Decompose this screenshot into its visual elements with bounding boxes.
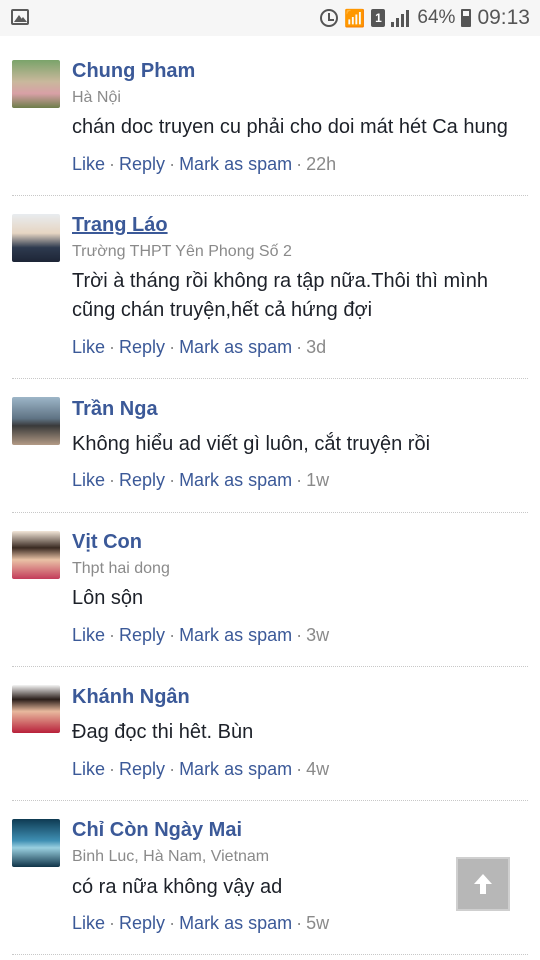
battery-percent: 64% bbox=[417, 7, 456, 28]
reply-link[interactable]: Reply bbox=[119, 337, 165, 357]
commenter-school: Trường THPT Yên Phong Số 2 bbox=[72, 243, 292, 260]
image-icon bbox=[11, 9, 29, 25]
divider bbox=[12, 378, 528, 379]
reply-link[interactable]: Reply bbox=[119, 759, 165, 779]
comment-time[interactable]: 5w bbox=[306, 913, 329, 933]
comment-actions: Like · Reply · Mark as spam · 5w bbox=[72, 913, 329, 934]
reply-link[interactable]: Reply bbox=[119, 470, 165, 490]
like-link[interactable]: Like bbox=[72, 625, 105, 645]
separator: · bbox=[169, 337, 176, 357]
comment-time[interactable]: 3d bbox=[306, 337, 326, 357]
commenter-location: Hà Nội bbox=[72, 89, 121, 106]
mark-as-spam-link[interactable]: Mark as spam bbox=[179, 154, 292, 174]
avatar[interactable] bbox=[12, 60, 60, 108]
signal-icon bbox=[391, 9, 411, 27]
separator: · bbox=[109, 337, 116, 357]
mark-as-spam-link[interactable]: Mark as spam bbox=[179, 913, 292, 933]
mark-as-spam-link[interactable]: Mark as spam bbox=[179, 759, 292, 779]
avatar[interactable] bbox=[12, 397, 60, 445]
comment-text: Trời à tháng rồi không ra tập nữa.Thôi t… bbox=[72, 270, 488, 321]
separator: · bbox=[296, 913, 303, 933]
commenter-name[interactable]: Trần Nga bbox=[72, 398, 158, 421]
separator: · bbox=[169, 759, 176, 779]
reply-link[interactable]: Reply bbox=[119, 913, 165, 933]
sim-icon: 1 bbox=[371, 9, 386, 27]
comment-actions: Like · Reply · Mark as spam · 1w bbox=[72, 470, 329, 491]
comment-text: Đag đọc thi hêt. Bùn bbox=[72, 721, 254, 743]
scroll-to-top-button[interactable] bbox=[456, 857, 510, 911]
avatar[interactable] bbox=[12, 214, 60, 262]
separator: · bbox=[169, 154, 176, 174]
separator: · bbox=[296, 470, 303, 490]
status-bar: 📶 1 64% 09:13 bbox=[0, 0, 540, 36]
separator: · bbox=[109, 759, 116, 779]
separator: · bbox=[169, 470, 176, 490]
comment-actions: Like · Reply · Mark as spam · 22h bbox=[72, 154, 336, 175]
commenter-name[interactable]: Chung Pham bbox=[72, 60, 195, 83]
commenter-location: Binh Luc, Hà Nam, Vietnam bbox=[72, 848, 270, 865]
commenter-name[interactable]: Chỉ Còn Ngày Mai bbox=[72, 819, 242, 842]
comment-time[interactable]: 22h bbox=[306, 154, 336, 174]
comment-actions: Like · Reply · Mark as spam · 3w bbox=[72, 625, 329, 646]
reply-link[interactable]: Reply bbox=[119, 625, 165, 645]
avatar[interactable] bbox=[12, 685, 60, 733]
battery-icon bbox=[461, 9, 472, 27]
commenter-name[interactable]: Vịt Con bbox=[72, 531, 142, 554]
separator: · bbox=[296, 337, 303, 357]
divider bbox=[12, 954, 528, 955]
reply-link[interactable]: Reply bbox=[119, 154, 165, 174]
like-link[interactable]: Like bbox=[72, 337, 105, 357]
comment-actions: Like · Reply · Mark as spam · 3d bbox=[72, 337, 326, 358]
mark-as-spam-link[interactable]: Mark as spam bbox=[179, 470, 292, 490]
separator: · bbox=[169, 913, 176, 933]
divider bbox=[12, 195, 528, 196]
arrow-up-icon bbox=[474, 874, 492, 894]
avatar[interactable] bbox=[12, 531, 60, 579]
comment-text: có ra nữa không vậy ad bbox=[72, 876, 283, 898]
comment-time[interactable]: 4w bbox=[306, 759, 329, 779]
mark-as-spam-link[interactable]: Mark as spam bbox=[179, 625, 292, 645]
comment-time[interactable]: 3w bbox=[306, 625, 329, 645]
like-link[interactable]: Like bbox=[72, 759, 105, 779]
like-link[interactable]: Like bbox=[72, 154, 105, 174]
clock: 09:13 bbox=[477, 6, 530, 29]
alarm-icon bbox=[320, 9, 339, 27]
divider bbox=[12, 800, 528, 801]
avatar[interactable] bbox=[12, 819, 60, 867]
commenter-school: Thpt hai dong bbox=[72, 560, 170, 577]
like-link[interactable]: Like bbox=[72, 470, 105, 490]
like-link[interactable]: Like bbox=[72, 913, 105, 933]
separator: · bbox=[109, 154, 116, 174]
commenter-name[interactable]: Trang Láo bbox=[72, 214, 168, 237]
comment-text: Lôn sộn bbox=[72, 587, 144, 609]
separator: · bbox=[296, 154, 303, 174]
comment-text: chán doc truyen cu phải cho doi mát hét … bbox=[72, 116, 508, 138]
separator: · bbox=[296, 759, 303, 779]
comment-actions: Like · Reply · Mark as spam · 4w bbox=[72, 759, 329, 780]
separator: · bbox=[109, 913, 116, 933]
separator: · bbox=[109, 470, 116, 490]
separator: · bbox=[109, 625, 116, 645]
comment-text: Không hiểu ad viết gì luôn, cắt truyện r… bbox=[72, 433, 431, 455]
separator: · bbox=[169, 625, 176, 645]
commenter-name[interactable]: Khánh Ngân bbox=[72, 686, 190, 709]
separator: · bbox=[296, 625, 303, 645]
wifi-icon: 📶 bbox=[344, 8, 366, 28]
status-icons: 📶 1 64% 09:13 bbox=[320, 0, 530, 36]
mark-as-spam-link[interactable]: Mark as spam bbox=[179, 337, 292, 357]
comment-time[interactable]: 1w bbox=[306, 470, 329, 490]
divider bbox=[12, 512, 528, 513]
divider bbox=[12, 666, 528, 667]
